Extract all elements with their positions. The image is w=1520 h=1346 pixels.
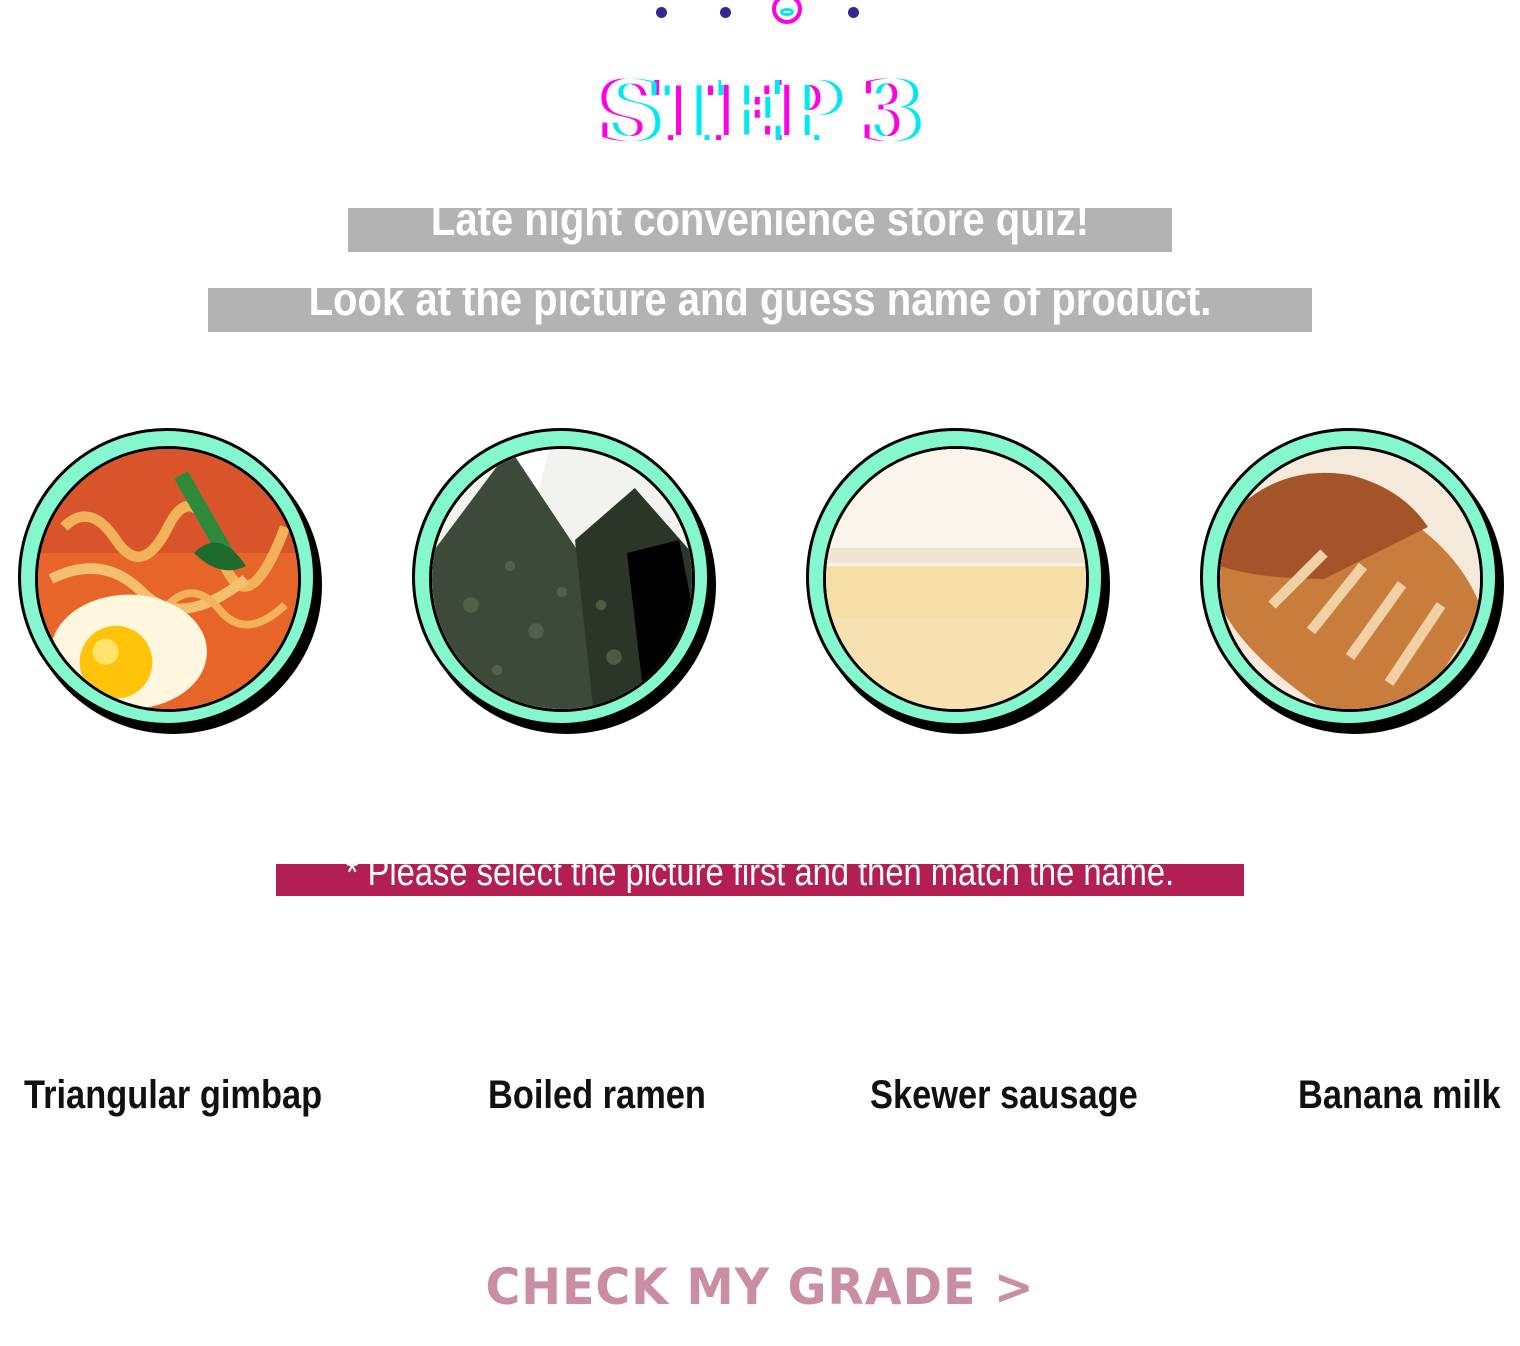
check-my-grade-label: CHECK MY GRADE > [485,1258,1035,1316]
instruction-notice: * Please select the picture first and th… [276,864,1244,896]
banana-milk-photo [823,446,1089,712]
check-my-grade-button[interactable]: CHECK MY GRADE > [0,1258,1520,1316]
sausage-picture[interactable] [1200,428,1504,734]
name-option-boiled-ramen[interactable]: Boiled ramen [488,1070,706,1120]
intro-band-2: Look at the picture and guess name of pr… [208,288,1312,332]
intro-line-1: Late night convenience store quiz! [430,208,1090,245]
ramen-photo [35,446,301,712]
name-option-skewer-sausage[interactable]: Skewer sausage [870,1070,1138,1120]
name-option-triangular-gimbap[interactable]: Triangular gimbap [24,1070,322,1120]
name-option-banana-milk[interactable]: Banana milk [1298,1070,1501,1120]
gimbap-picture[interactable] [412,428,716,734]
ramen-picture[interactable] [18,428,322,734]
sausage-photo [1217,446,1483,712]
step-dot-1 [656,7,667,18]
banana-milk-picture[interactable] [806,428,1110,734]
intro-line-2: Look at the picture and guess name of pr… [308,288,1212,325]
step-dot-4 [848,7,859,18]
step-indicator [0,0,1520,30]
step-dot-2 [720,7,731,18]
intro-band-1: Late night convenience store quiz! [348,208,1172,252]
gimbap-photo [429,446,695,712]
step-dot-3-active [772,0,802,24]
step-title: STEP 3 STEP 3 STEP 3 [0,62,1520,162]
instruction-notice-text: * Please select the picture first and th… [345,864,1175,894]
step-title-text: STEP 3 [600,64,921,160]
